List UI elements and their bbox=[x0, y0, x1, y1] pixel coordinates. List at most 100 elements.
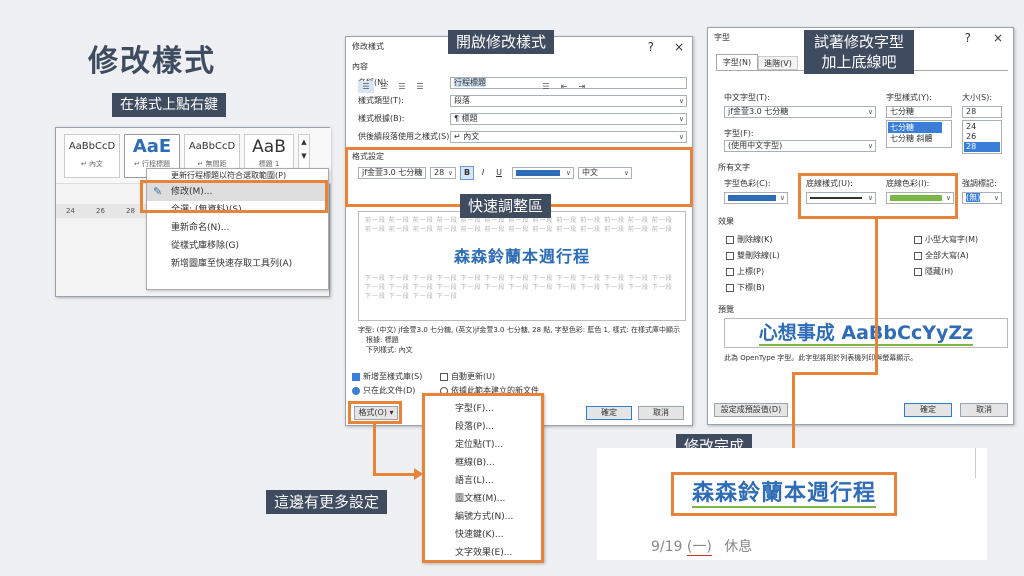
checkbox-label: 雙刪除線(L) bbox=[737, 251, 780, 260]
ok-button[interactable]: 確定 bbox=[904, 403, 952, 417]
scroll-up-icon[interactable]: ▲ bbox=[299, 135, 309, 149]
indent-increase-icon[interactable]: ⇥ bbox=[574, 81, 590, 93]
add-to-gallery-checkbox[interactable]: 新增至樣式庫(S) bbox=[352, 371, 422, 383]
color-swatch bbox=[728, 195, 776, 201]
effect-subscript[interactable]: 下標(B) bbox=[726, 282, 765, 294]
preview-heading: 森森鈴蘭本週行程 bbox=[453, 247, 590, 266]
checkbox-label: 自動更新(U) bbox=[451, 372, 496, 381]
style-sample: AaE bbox=[132, 136, 172, 157]
checkbox-icon bbox=[726, 251, 734, 260]
align-center-icon[interactable]: ☰ bbox=[376, 81, 392, 93]
emphasis-select[interactable]: (無) bbox=[962, 192, 1002, 204]
size-option[interactable]: 28 bbox=[964, 142, 1000, 152]
auto-update-checkbox[interactable]: 自動更新(U) bbox=[440, 371, 495, 383]
align-right-icon[interactable]: ☰ bbox=[394, 81, 410, 93]
size-option[interactable]: 24 bbox=[964, 122, 1000, 132]
style-normal[interactable]: AaBbCcD ↵ 內文 bbox=[64, 134, 120, 178]
format-border[interactable]: 框線(B)... bbox=[425, 454, 541, 472]
effect-double-strike[interactable]: 雙刪除線(L) bbox=[726, 250, 780, 262]
size-input[interactable]: 28 bbox=[962, 106, 1002, 118]
menu-add-quick-access[interactable]: 新增圖庫至快速存取工具列(A) bbox=[147, 255, 328, 273]
checkbox-label: 小型大寫字(M) bbox=[925, 235, 979, 244]
help-button[interactable]: ? bbox=[965, 28, 971, 48]
cancel-button[interactable]: 取消 bbox=[638, 406, 684, 420]
result-weekday: (一) bbox=[686, 539, 712, 556]
prop-next-label: 供後續段落使用之樣式(S): bbox=[358, 132, 453, 141]
cn-font-select[interactable]: jf金萱3.0 七分糖 bbox=[724, 106, 876, 118]
help-button[interactable]: ? bbox=[648, 37, 654, 57]
checkbox-label: 新增至樣式庫(S) bbox=[363, 372, 423, 381]
size-option[interactable]: 26 bbox=[964, 132, 1000, 142]
checkbox-icon bbox=[914, 235, 922, 244]
format-numbering[interactable]: 編號方式(N)... bbox=[425, 508, 541, 526]
style-next-select[interactable]: ↵ 內文 bbox=[450, 131, 687, 143]
font-dialog: 字型 ? × 字型(N) 進階(V) 中文字型(T): jf金萱3.0 七分糖 … bbox=[707, 27, 1014, 425]
format-tabs[interactable]: 定位點(T)... bbox=[425, 436, 541, 454]
font-color-label: 字型色彩(C): bbox=[724, 179, 771, 188]
indent-decrease-icon[interactable]: ⇤ bbox=[556, 81, 572, 93]
checkbox-icon bbox=[914, 251, 922, 260]
effect-superscript[interactable]: 上標(P) bbox=[726, 266, 764, 278]
font-color-select[interactable] bbox=[724, 192, 788, 204]
format-font[interactable]: 字型(F)... bbox=[425, 400, 541, 418]
spacing-icon[interactable]: ☰ bbox=[538, 81, 554, 93]
format-language[interactable]: 語言(L)... bbox=[425, 472, 541, 490]
cn-font-label: 中文字型(T): bbox=[724, 93, 770, 102]
highlight-modify bbox=[140, 180, 328, 213]
connector-line bbox=[875, 217, 878, 374]
font-preview: 心想事成 AaBbCcYyZz bbox=[724, 318, 1008, 348]
effect-all-caps[interactable]: 全部大寫(A) bbox=[914, 250, 969, 262]
only-this-doc-radio[interactable]: 只在此文件(D) bbox=[352, 385, 415, 397]
effect-strike[interactable]: 刪除線(K) bbox=[726, 234, 773, 246]
format-paragraph[interactable]: 段落(P)... bbox=[425, 418, 541, 436]
preview-section: 預覽 bbox=[718, 305, 734, 314]
scroll-down-icon[interactable]: ▼ bbox=[299, 149, 309, 163]
style-name-value: 行程標題 bbox=[454, 78, 486, 87]
en-font-select[interactable]: (使用中文字型) bbox=[724, 140, 876, 152]
ruler-mark: 26 bbox=[96, 207, 105, 215]
close-icon[interactable]: × bbox=[993, 28, 1003, 48]
label-try-font: 試著修改字型 加上底線吧 bbox=[804, 30, 915, 74]
section-properties: 內容 bbox=[352, 62, 368, 71]
emphasis-label: 強調標記: bbox=[962, 179, 997, 188]
style-type-select[interactable]: 段落 bbox=[450, 95, 687, 107]
close-icon[interactable]: × bbox=[674, 37, 684, 57]
size-label: 大小(S): bbox=[962, 93, 993, 102]
tab-font[interactable]: 字型(N) bbox=[716, 54, 758, 70]
font-style-option[interactable]: 七分糖 斜體 bbox=[888, 133, 950, 144]
font-style-option[interactable]: 七分糖 bbox=[888, 122, 942, 133]
style-sample: AaB bbox=[252, 137, 286, 157]
slide-title: 修改樣式 bbox=[88, 44, 216, 79]
menu-rename[interactable]: 重新命名(N)... bbox=[147, 219, 328, 237]
preview-prev-paragraph: 前一段 前一段 前一段 前一段 前一段 前一段 前一段 前一段 前一段 前一段 … bbox=[365, 217, 673, 233]
effect-hidden[interactable]: 隱藏(H) bbox=[914, 266, 953, 278]
format-text-effects[interactable]: 文字效果(E)... bbox=[425, 544, 541, 562]
font-style-input[interactable]: 七分糖 bbox=[886, 106, 952, 118]
menu-remove-gallery[interactable]: 從樣式庫移除(G) bbox=[147, 237, 328, 255]
cancel-button[interactable]: 取消 bbox=[960, 403, 1008, 417]
en-font-label: 字型(F): bbox=[724, 129, 754, 138]
dialog-title: 修改樣式 bbox=[352, 42, 384, 51]
font-preview-text: 心想事成 AaBbCcYyZz bbox=[758, 322, 974, 346]
modify-style-dialog: 修改樣式 ? × 內容 名稱(N): 行程標題 樣式類型(T): 段落 樣式根據… bbox=[345, 36, 693, 426]
style-base-select[interactable]: ¶ 標題 bbox=[450, 113, 687, 125]
format-shortcut[interactable]: 快速鍵(K)... bbox=[425, 526, 541, 544]
label-open-modify: 開啟修改樣式 bbox=[448, 30, 555, 54]
align-left-icon[interactable]: ☰ bbox=[358, 81, 374, 93]
style-sample: AaBbCcD bbox=[188, 141, 236, 152]
font-style-label: 字型樣式(Y): bbox=[886, 93, 932, 102]
format-frame[interactable]: 圖文框(M)... bbox=[425, 490, 541, 508]
preview-note: 此為 OpenType 字型。此字型將用於列表機列印與螢幕顯示。 bbox=[724, 354, 918, 362]
format-menu: 字型(F)... 段落(P)... 定位點(T)... 框線(B)... 語言(… bbox=[422, 393, 544, 563]
effects-section: 效果 bbox=[718, 217, 734, 226]
checkbox-label: 刪除線(K) bbox=[737, 235, 773, 244]
connector-line bbox=[373, 423, 376, 475]
radio-on-icon bbox=[352, 386, 360, 395]
checkbox-icon bbox=[726, 283, 734, 292]
effect-small-caps[interactable]: 小型大寫字(M) bbox=[914, 234, 978, 246]
checkbox-icon bbox=[440, 372, 448, 381]
tab-advanced[interactable]: 進階(V) bbox=[758, 56, 798, 70]
justify-icon[interactable]: ☰ bbox=[412, 81, 428, 93]
ok-button[interactable]: 確定 bbox=[586, 406, 632, 420]
set-default-button[interactable]: 設定成預設值(D) bbox=[714, 403, 788, 417]
